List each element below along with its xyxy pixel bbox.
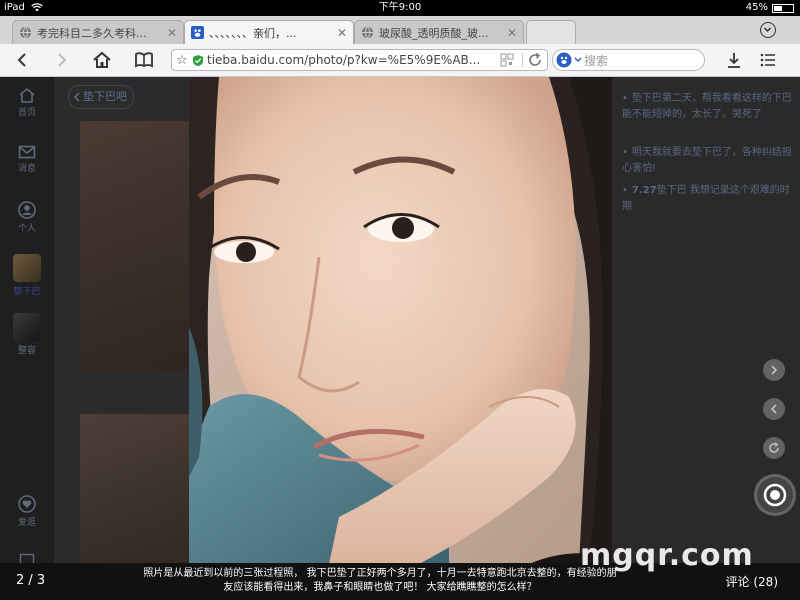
rotate-button[interactable]	[763, 437, 785, 459]
sidebar-item-messages[interactable]: 消息	[0, 145, 54, 174]
clock: 下午9:00	[378, 2, 422, 13]
sidebar: 首页 消息 个人 垫下巴 整容 爱逛	[0, 77, 54, 600]
home-icon	[93, 51, 111, 68]
new-tab-button[interactable]	[526, 20, 576, 44]
related-post-date: 7.27	[631, 185, 657, 196]
bullet: •	[622, 147, 628, 158]
tab-label: 考完科目二多久考科...	[37, 26, 147, 40]
status-bar: iPad 下午9:00 45%	[0, 0, 800, 16]
related-post-item[interactable]: • 7.27垫下巴 我想记录这个艰难的时期	[622, 183, 792, 215]
back-button[interactable]	[10, 48, 34, 72]
battery-fill	[774, 5, 783, 11]
chevron-left-icon	[17, 53, 26, 67]
tab-3[interactable]: 玻尿酸_透明质酸_玻... ✕	[354, 20, 524, 44]
baidu-search-engine-icon[interactable]	[556, 52, 572, 68]
battery-percent: 45%	[745, 2, 768, 13]
sidebar-item-forum-chin[interactable]: 垫下巴	[0, 254, 54, 297]
baidu-paw-icon	[191, 26, 204, 39]
reload-icon[interactable]	[527, 52, 543, 68]
watermark: mgqr.com	[580, 538, 754, 573]
photo-caption: 照片是从最近到以前的三张过程照， 我下巴垫了正好两个多月了，十月一去特意跑北京去…	[143, 568, 617, 593]
tab-bar: 考完科目二多久考科... ✕ 、、、、、、、亲们，... ✕ 玻尿酸_透明质酸_…	[0, 16, 800, 45]
sidebar-item-label: 整容	[17, 346, 36, 356]
sidebar-item-forum-cosmetic[interactable]: 整容	[0, 313, 54, 356]
tab-menu-icon[interactable]	[760, 22, 776, 38]
download-button[interactable]	[722, 48, 746, 72]
chevron-left-icon	[74, 92, 80, 102]
chevron-down-icon	[574, 57, 582, 62]
search-box[interactable]: 搜索	[552, 49, 705, 71]
back-to-forum-button[interactable]: 垫下巴吧	[68, 85, 134, 109]
globe-icon	[19, 26, 32, 39]
related-post-text: 明天我就要去垫下巴了，各种纠结担心害怕!	[622, 147, 792, 174]
list-menu-icon	[760, 53, 775, 67]
url-bar[interactable]: ☆ tieba.baidu.com/photo/p?kw=%E5%9E%AB..…	[171, 49, 548, 71]
chevron-left-icon	[770, 404, 777, 414]
person-icon	[18, 201, 36, 219]
menu-button[interactable]	[756, 48, 780, 72]
sidebar-item-label: 爱逛	[17, 518, 36, 528]
tab-1[interactable]: 考完科目二多久考科... ✕	[12, 20, 184, 44]
chevron-right-icon	[58, 53, 67, 67]
tab-label: 、、、、、、、亲们，...	[209, 26, 297, 40]
browser-toolbar: ☆ tieba.baidu.com/photo/p?kw=%E5%9E%AB..…	[0, 44, 800, 77]
qr-code-icon[interactable]	[500, 53, 514, 67]
forward-button[interactable]	[50, 48, 74, 72]
background-post: 垫下巴吧	[54, 77, 190, 600]
battery-icon	[772, 3, 794, 13]
url-text: tieba.baidu.com/photo/p?kw=%E5%9E%AB...	[207, 53, 481, 67]
chevron-right-icon	[771, 365, 778, 375]
globe-icon	[361, 26, 374, 39]
book-icon	[135, 52, 153, 68]
search-placeholder: 搜索	[584, 53, 609, 68]
related-post-item[interactable]: • 垫下巴第二天，帮我看看这样的下巴能不能短掉的，太长了。哭死了	[622, 91, 792, 123]
close-tab-icon[interactable]: ✕	[507, 26, 517, 40]
bookmarks-button[interactable]	[132, 48, 156, 72]
sidebar-item-label: 首页	[17, 108, 36, 118]
page-content: 首页 消息 个人 垫下巴 整容 爱逛 垫下巴吧 • 垫下巴第二天，帮我看看这样的…	[0, 77, 800, 600]
sidebar-item-profile[interactable]: 个人	[0, 201, 54, 234]
back-label: 垫下巴吧	[83, 90, 127, 103]
avatar	[13, 313, 41, 341]
home-button[interactable]	[90, 48, 114, 72]
rotate-icon	[769, 442, 779, 453]
sidebar-item-label: 个人	[17, 224, 36, 234]
avatar	[13, 254, 41, 282]
photo-viewer-image	[189, 77, 612, 564]
tab-2[interactable]: 、、、、、、、亲们，... ✕	[184, 20, 354, 44]
secure-shield-icon	[193, 54, 203, 66]
assistive-touch-button[interactable]	[757, 477, 793, 513]
download-icon	[728, 53, 740, 68]
comments-button[interactable]: 评论 (28)	[726, 573, 778, 590]
home-icon	[19, 87, 35, 103]
previous-photo-button[interactable]	[763, 398, 785, 420]
bullet: •	[622, 93, 628, 104]
related-post-item[interactable]: • 明天我就要去垫下巴了，各种纠结担心害怕!	[622, 145, 792, 177]
bullet: •	[622, 185, 628, 196]
related-posts-panel: • 垫下巴第二天，帮我看看这样的下巴能不能短掉的，太长了。哭死了 • 明天我就要去垫…	[612, 77, 800, 600]
star-icon[interactable]: ☆	[172, 53, 192, 68]
sidebar-item-label: 消息	[17, 164, 36, 174]
tab-label: 玻尿酸_透明质酸_玻...	[379, 26, 489, 40]
close-tab-icon[interactable]: ✕	[337, 26, 347, 40]
target-icon	[763, 483, 787, 507]
portrait-photo	[189, 77, 612, 564]
close-tab-icon[interactable]: ✕	[167, 26, 177, 40]
love-icon	[18, 495, 36, 513]
mail-icon	[18, 145, 36, 159]
post-image-thumbnail[interactable]	[80, 121, 190, 371]
sidebar-item-love[interactable]: 爱逛	[0, 495, 54, 528]
next-photo-button[interactable]	[763, 359, 785, 381]
sidebar-item-label: 垫下巴	[13, 287, 41, 297]
sidebar-item-home[interactable]: 首页	[0, 87, 54, 118]
photo-counter: 2 / 3	[16, 573, 46, 588]
related-post-text: 垫下巴第二天，帮我看看这样的下巴能不能短掉的，太长了。哭死了	[622, 93, 792, 120]
